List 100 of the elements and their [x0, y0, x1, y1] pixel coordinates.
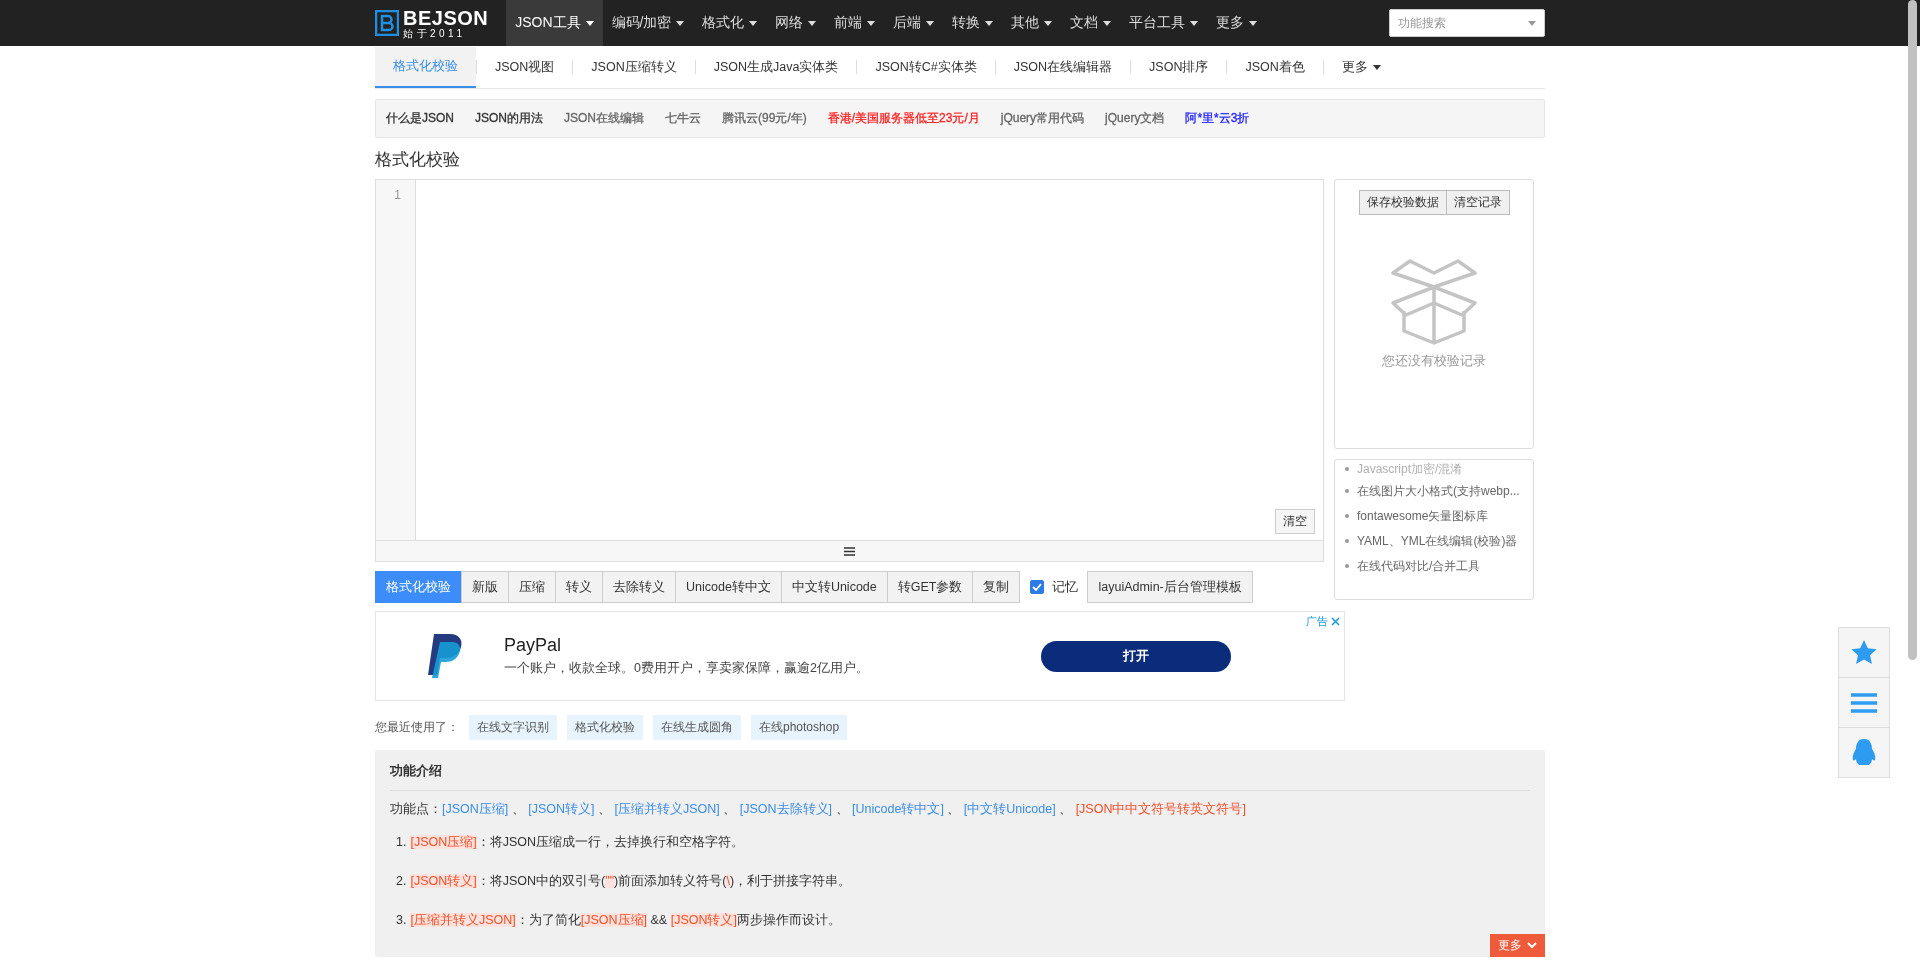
recent-tool-tag[interactable]: 在线生成圆角 — [653, 715, 741, 740]
quick-link[interactable]: 腾讯云(99元/年) — [722, 110, 807, 127]
tab[interactable]: JSON转C#实体类 — [857, 46, 995, 88]
action-button[interactable]: 去除转义 — [602, 571, 676, 603]
nav-menu-item[interactable]: 更多 — [1207, 0, 1267, 46]
nav-menu-item[interactable]: 后端 — [884, 0, 944, 46]
nav-menu-item[interactable]: 文档 — [1061, 0, 1121, 46]
step-text: [JSON转义]：将JSON中的双引号("")前面添加转义符号(\)，利于拼接字符串。 — [410, 873, 852, 890]
logo-icon — [375, 10, 399, 36]
action-button[interactable]: 转义 — [555, 571, 603, 603]
tab[interactable]: JSON排序 — [1131, 46, 1227, 88]
nav-menu-item[interactable]: 前端 — [825, 0, 885, 46]
caret-icon — [1249, 20, 1258, 26]
caret-icon — [1372, 64, 1381, 70]
caret-icon — [749, 20, 758, 26]
quick-link[interactable]: jQuery常用代码 — [1000, 110, 1085, 127]
separator-mark: 、 — [722, 802, 738, 816]
nav-menu-item[interactable]: 转换 — [943, 0, 1003, 46]
open-button[interactable]: 打开 — [1041, 640, 1231, 672]
tab[interactable]: JSON视图 — [477, 46, 573, 88]
caret-icon — [676, 20, 685, 26]
caret-icon — [867, 20, 876, 26]
page-title: 格式化校验 — [375, 149, 461, 171]
history-button[interactable]: 保存校验数据 — [1358, 190, 1447, 215]
step-number: 1. — [396, 835, 407, 849]
points-label: 功能点： — [390, 802, 442, 816]
related-tool-link[interactable]: 在线代码对比/合并工具 — [1345, 556, 1523, 576]
quick-link[interactable]: 七牛云 — [665, 110, 702, 127]
related-tool-link[interactable]: 在线图片大小格式(支持webp... — [1345, 481, 1523, 501]
menu-icon[interactable] — [1851, 691, 1877, 714]
nav-menu-item[interactable]: 格式化 — [693, 0, 767, 46]
action-button[interactable]: 复制 — [972, 571, 1021, 603]
step-text: [压缩并转义JSON]：为了简化[JSON压缩] && [JSON转义]两步操作而设计。 — [410, 912, 841, 929]
separator-mark: 、 — [946, 802, 962, 816]
caret-icon — [1190, 20, 1199, 26]
nav-menu-item[interactable]: 网络 — [766, 0, 826, 46]
scrollbar[interactable] — [1908, 0, 1917, 660]
action-button[interactable]: 压缩 — [508, 571, 556, 603]
tab[interactable]: JSON压缩转义 — [573, 46, 695, 88]
empty-box-icon — [1390, 259, 1478, 345]
section-title: 功能介绍 — [390, 750, 1530, 791]
ad-label: 广告 — [1306, 614, 1328, 629]
recent-tool-tag[interactable]: 在线photoshop — [751, 715, 848, 740]
caret-icon — [926, 20, 935, 26]
tab[interactable]: JSON着色 — [1227, 46, 1323, 88]
quick-link[interactable]: 什么是JSON — [386, 110, 454, 127]
caret-icon — [808, 20, 817, 26]
code-editor[interactable]: 1 清空 — [375, 179, 1324, 562]
caret-icon — [1103, 20, 1112, 26]
logo-subtitle: 始于2011 — [403, 28, 467, 39]
ad-banner[interactable]: PayPal 一个账户，收款全球。0费用开户，享卖家保障，赢逾2亿用户。 打开 广告 — [375, 611, 1345, 701]
template-button[interactable]: layuiAdmin-后台管理模板 — [1087, 571, 1253, 603]
caret-icon — [1044, 20, 1053, 26]
quick-link[interactable]: JSON在线编辑 — [564, 110, 645, 127]
quick-link[interactable]: 香港/美国服务器低至23元/月 — [827, 110, 980, 127]
resize-handle-icon[interactable] — [844, 546, 855, 556]
tab[interactable]: JSON生成Java实体类 — [695, 46, 857, 88]
quick-link[interactable]: JSON的用法 — [475, 110, 544, 127]
clear-button[interactable]: 清空 — [1275, 509, 1315, 534]
recent-label: 您最近使用了： — [375, 719, 459, 736]
step-number: 2. — [396, 874, 407, 888]
nav-menu-item[interactable]: 其他 — [1002, 0, 1062, 46]
logo-icon — [426, 634, 464, 678]
action-button[interactable]: 新版 — [461, 571, 509, 603]
caret-icon — [985, 20, 994, 26]
separator-mark: 、 — [510, 802, 526, 816]
caret-icon — [585, 20, 594, 26]
ad-description: 一个账户，收款全球。0费用开户，享卖家保障，赢逾2亿用户。 — [504, 660, 869, 677]
separator-mark: 、 — [834, 802, 850, 816]
action-button[interactable]: Unicode转中文 — [675, 571, 782, 603]
recent-tool-tag[interactable]: 在线文字识别 — [469, 715, 557, 740]
related-tool-link[interactable]: YAML、YML在线编辑(校验)器 — [1345, 531, 1523, 551]
history-button[interactable]: 清空记录 — [1446, 190, 1510, 215]
memory-checkbox[interactable] — [1030, 580, 1045, 594]
separator-mark: 、 — [597, 802, 613, 816]
search-field[interactable]: 功能搜索 — [1389, 9, 1545, 37]
nav-menu-item[interactable]: 编码/加密 — [602, 0, 694, 46]
quick-link[interactable]: jQuery文档 — [1105, 110, 1165, 127]
nav-menu-item[interactable]: JSON工具 — [506, 0, 603, 46]
close-icon[interactable] — [1331, 617, 1340, 626]
checkbox-label: 记忆 — [1052, 578, 1079, 596]
action-button[interactable]: 转GET参数 — [886, 571, 974, 603]
action-button[interactable]: 中文转Unicode — [780, 571, 888, 603]
tab[interactable]: 更多 — [1323, 46, 1399, 88]
chevron-down-icon — [1527, 942, 1537, 949]
penguin-icon[interactable] — [1852, 738, 1876, 767]
caret-icon — [1528, 20, 1536, 26]
recent-tool-tag[interactable]: 格式化校验 — [567, 715, 643, 740]
quick-link[interactable]: 阿*里*云3折 — [1185, 110, 1250, 127]
nav-menu-item[interactable]: 平台工具 — [1120, 0, 1208, 46]
separator-mark: 、 — [1058, 802, 1074, 816]
star-icon[interactable] — [1851, 640, 1877, 665]
step-text: [JSON压缩]：将JSON压缩成一行，去掉换行和空格字符。 — [410, 834, 745, 851]
line-number: 1 — [393, 188, 401, 202]
tab[interactable]: JSON在线编辑器 — [995, 46, 1131, 88]
ad-title: PayPal — [504, 635, 563, 656]
logo-title: BEJSON — [403, 7, 489, 28]
related-tool-link[interactable]: fontawesome矢量图标库 — [1345, 506, 1523, 526]
step-number: 3. — [396, 913, 407, 927]
empty-history-text: 您还没有校验记录 — [1382, 353, 1486, 370]
